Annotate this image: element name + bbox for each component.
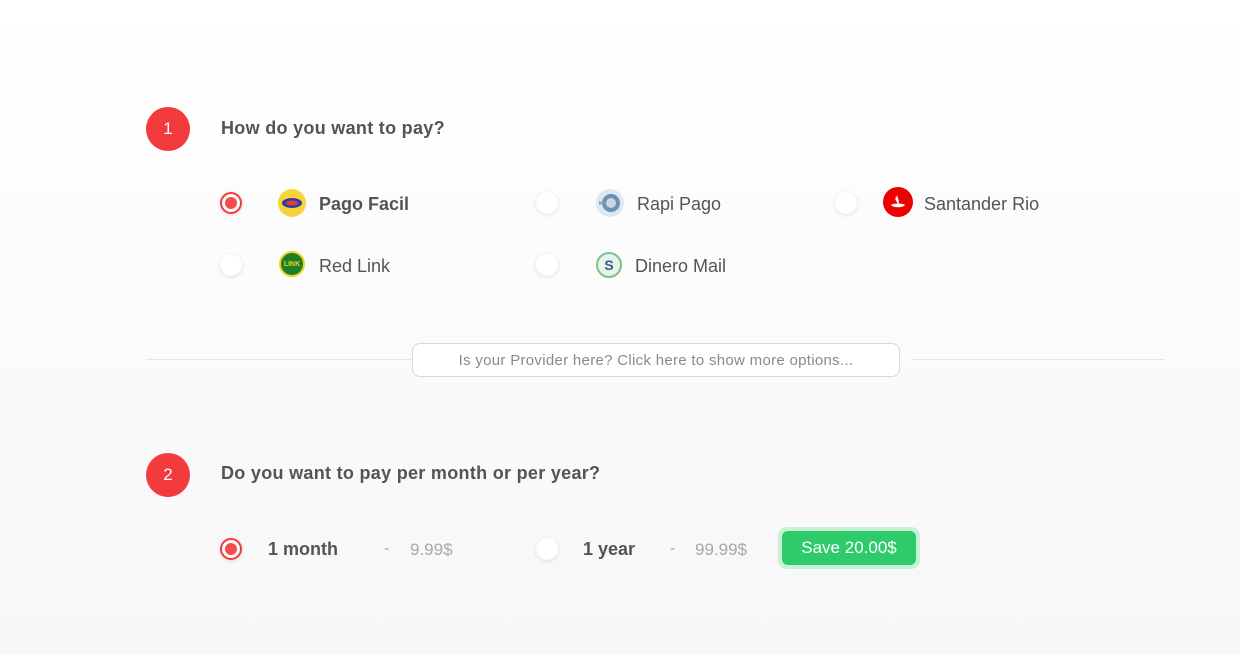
step-1-title: How do you want to pay?: [221, 118, 445, 138]
show-more-options-button[interactable]: Is your Provider here? Click here to sho…: [412, 343, 900, 377]
plan-price-1-month: 9.99$: [410, 540, 453, 559]
step-2-badge: 2: [146, 453, 190, 497]
option-label-dinero-mail[interactable]: Dinero Mail: [635, 256, 726, 277]
step-1-badge: 1: [146, 107, 190, 151]
save-badge: Save 20.00$: [778, 527, 920, 569]
radio-santander-rio[interactable]: [835, 192, 857, 214]
radio-dinero-mail[interactable]: [536, 254, 558, 276]
radio-1-year[interactable]: [536, 538, 558, 560]
divider-left: [146, 359, 412, 360]
red-link-logo-text: LINK: [283, 260, 301, 268]
rapi-pago-logo-icon: [596, 189, 624, 217]
radio-pago-facil[interactable]: [220, 192, 242, 214]
option-label-rapi-pago[interactable]: Rapi Pago: [637, 194, 721, 215]
dinero-mail-logo-text: S: [604, 257, 614, 273]
red-link-logo-icon: LINK: [279, 251, 305, 277]
radio-red-link[interactable]: [220, 254, 242, 276]
plan-separator-1-year: -: [670, 540, 676, 557]
radio-rapi-pago[interactable]: [536, 192, 558, 214]
dinero-mail-logo-icon: S: [596, 252, 622, 278]
pago-facil-logo-icon: [278, 189, 306, 217]
plan-label-1-year[interactable]: 1 year: [583, 539, 635, 560]
radio-1-month[interactable]: [220, 538, 242, 560]
plan-label-1-month[interactable]: 1 month: [268, 539, 338, 560]
option-label-santander-rio[interactable]: Santander Rio: [924, 194, 1039, 215]
plan-separator-1-month: -: [384, 540, 390, 557]
santander-logo-icon: [883, 187, 913, 217]
divider-right: [912, 359, 1164, 360]
save-badge-label: Save 20.00$: [782, 531, 916, 565]
option-label-pago-facil[interactable]: Pago Facil: [319, 194, 409, 215]
step-2-title: Do you want to pay per month or per year…: [221, 463, 601, 483]
option-label-red-link[interactable]: Red Link: [319, 256, 390, 277]
plan-price-1-year: 99.99$: [695, 540, 747, 559]
